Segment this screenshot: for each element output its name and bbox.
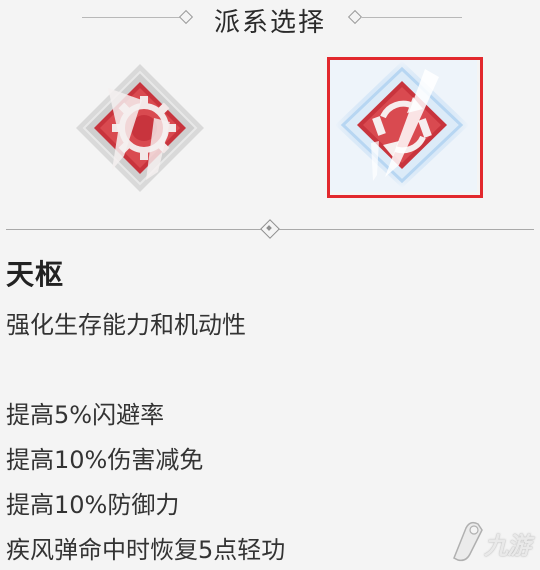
gear-emblem-icon <box>76 64 204 192</box>
header-line-left <box>82 17 180 18</box>
faction-name: 天枢 <box>6 258 65 291</box>
bonus-item: 提高5%闪避率 <box>6 401 165 429</box>
watermark-logo-icon <box>453 521 483 562</box>
bonus-item: 疾风弹命中时恢复5点轻功 <box>6 536 286 564</box>
watermark: 九游 <box>448 518 536 564</box>
faction-tagline: 强化生存能力和机动性 <box>6 311 246 339</box>
section-divider <box>6 219 534 239</box>
bonus-item: 提高10%伤害减免 <box>6 446 204 474</box>
header-diamond-left-icon <box>178 9 194 25</box>
page-title: 派系选择 <box>213 8 326 38</box>
faction-option-left[interactable] <box>72 60 208 196</box>
header-diamond-right-icon <box>347 9 363 25</box>
bonus-item: 提高10%防御力 <box>6 491 180 519</box>
header: 派系选择 <box>0 0 540 40</box>
header-line-right <box>362 17 462 18</box>
selection-highlight-frame <box>327 57 483 198</box>
watermark-text: 九游 <box>484 532 531 560</box>
